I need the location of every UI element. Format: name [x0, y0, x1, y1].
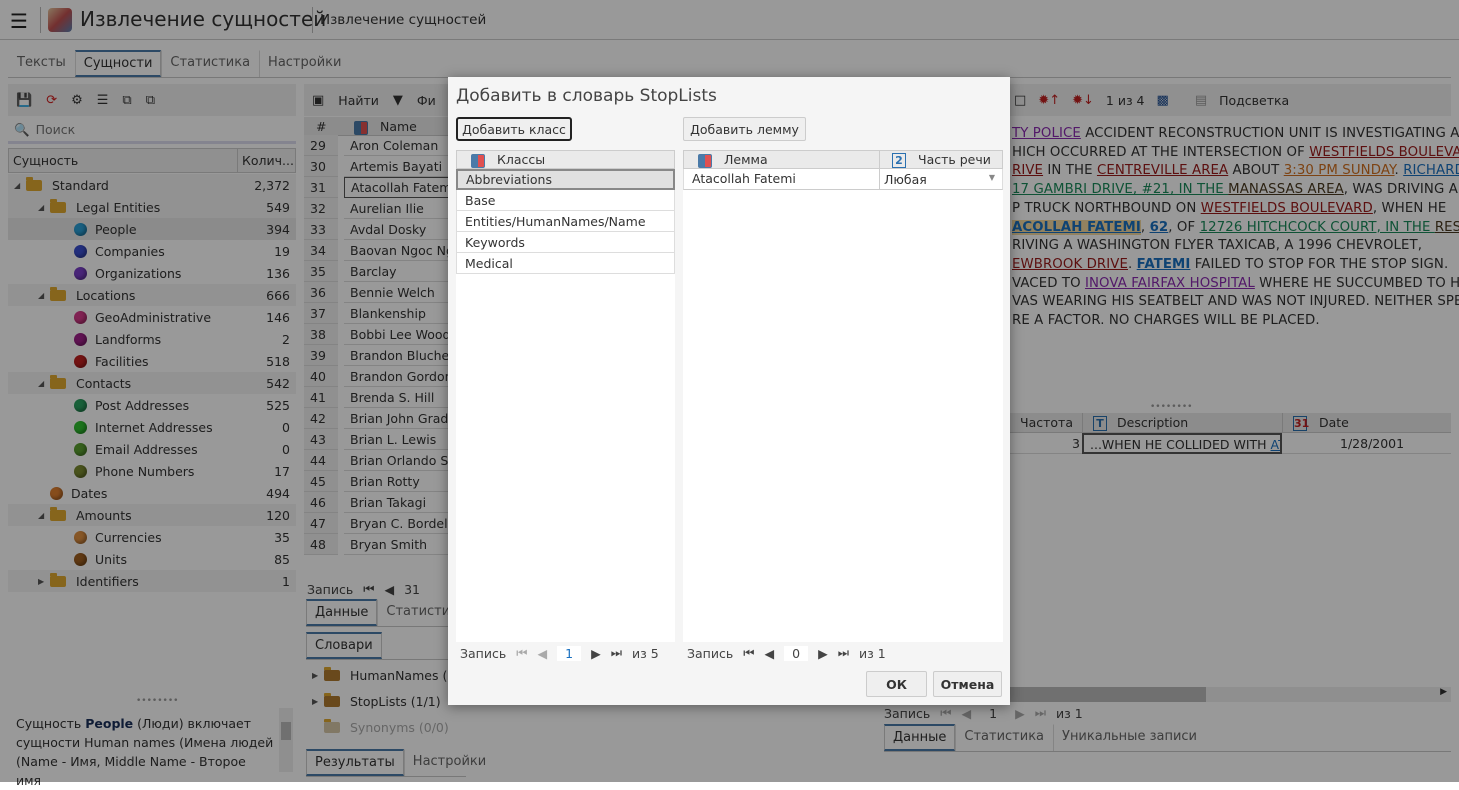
pager-total: из 1 — [859, 645, 886, 661]
column-icon — [698, 153, 712, 168]
pager-label: Запись — [687, 645, 734, 661]
next-page-icon[interactable]: ▶ — [591, 646, 601, 661]
cancel-button[interactable]: Отмена — [933, 671, 1002, 697]
lemmas-pager: Запись ⏮ ◀ 0 ▶ ⏭ из 1 — [687, 645, 886, 661]
prev-page-icon[interactable]: ◀ — [764, 646, 774, 661]
pager-total: из 5 — [632, 645, 659, 661]
add-lemma-button[interactable]: Добавить лемму — [683, 117, 806, 141]
number-type-icon: 2 — [892, 153, 906, 168]
pager-input[interactable]: 1 — [557, 645, 582, 661]
lemma-row[interactable]: Atacollah Fatemi Любая ▼ — [683, 169, 1003, 190]
prev-page-icon[interactable]: ◀ — [537, 646, 547, 661]
chevron-down-icon: ▼ — [988, 173, 995, 182]
class-row[interactable]: Abbreviations — [456, 169, 675, 190]
col-part-of-speech[interactable]: 2 Часть речи — [879, 151, 991, 169]
lemmas-grid: Лемма 2 Часть речи Atacollah Fatemi Любая… — [683, 150, 1003, 642]
pager-input[interactable]: 0 — [784, 645, 809, 661]
class-row[interactable]: Entities/HumanNames/Name — [456, 211, 675, 232]
last-page-icon[interactable]: ⏭ — [838, 645, 849, 661]
col-lemma[interactable]: Лемма — [698, 152, 768, 168]
classes-grid: Классы Abbreviations Base Entities/HumanNa… — [456, 150, 675, 642]
ok-button[interactable]: ОК — [866, 671, 927, 697]
dialog-title: Добавить в словарь StopLists — [456, 86, 717, 106]
col-pos-label: Часть речи — [918, 152, 991, 167]
class-row[interactable]: Keywords — [456, 232, 675, 253]
first-page-icon[interactable]: ⏮ — [516, 645, 527, 661]
pager-label: Запись — [460, 645, 507, 661]
class-row[interactable]: Medical — [456, 253, 675, 274]
part-of-speech-select[interactable]: Любая ▼ — [879, 169, 1003, 189]
last-page-icon[interactable]: ⏭ — [611, 645, 622, 661]
add-to-dictionary-dialog: Добавить в словарь StopLists Добавить кл… — [448, 77, 1010, 705]
next-page-icon[interactable]: ▶ — [818, 646, 828, 661]
classes-pager: Запись ⏮ ◀ 1 ▶ ⏭ из 5 — [460, 645, 659, 661]
add-class-button[interactable]: Добавить класс — [456, 117, 572, 141]
first-page-icon[interactable]: ⏮ — [743, 645, 754, 661]
pos-value: Любая — [884, 172, 927, 187]
col-lemma-label: Лемма — [724, 152, 768, 167]
classes-header-label: Классы — [497, 152, 546, 167]
column-icon — [471, 153, 485, 168]
class-row[interactable]: Base — [456, 190, 675, 211]
lemmas-header: Лемма 2 Часть речи — [683, 150, 1003, 169]
lemma-cell[interactable]: Atacollah Fatemi — [692, 171, 796, 186]
classes-header[interactable]: Классы — [456, 150, 675, 169]
